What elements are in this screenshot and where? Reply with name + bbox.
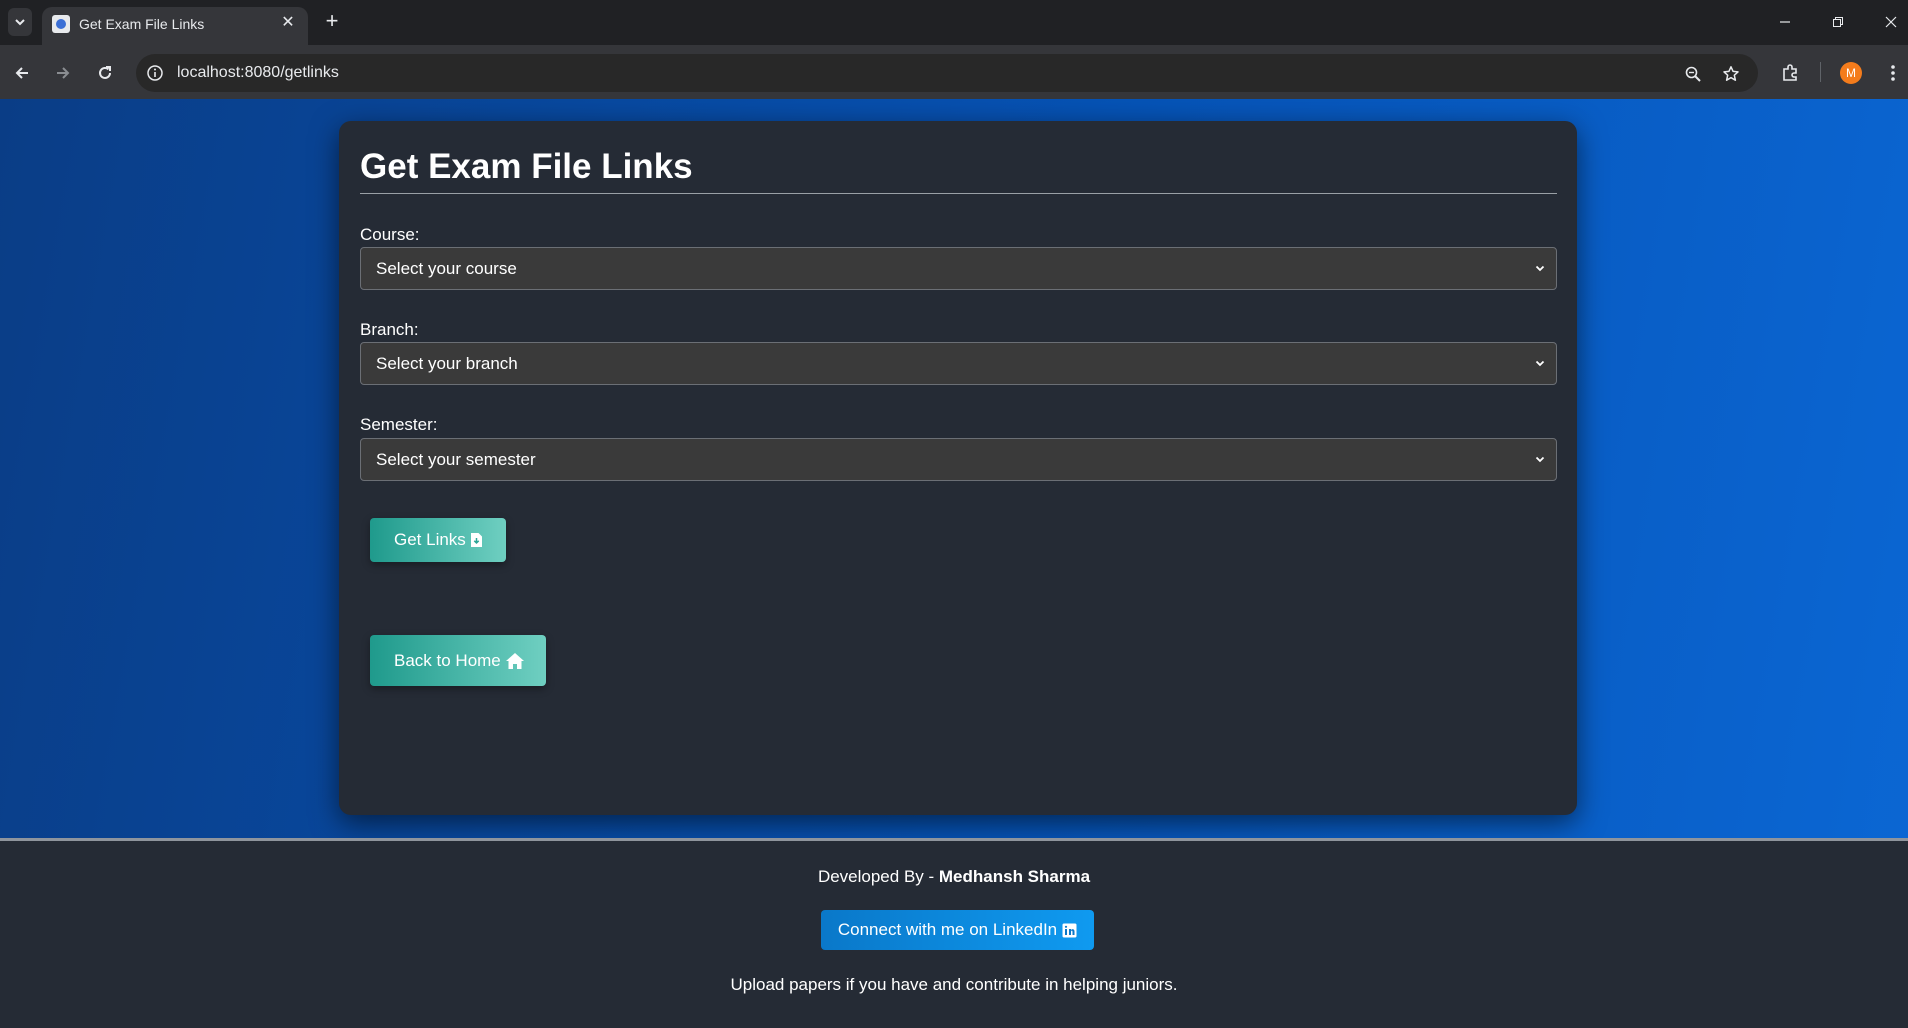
chevron-down-icon: [1535, 265, 1545, 272]
branch-select[interactable]: Select your branch: [360, 342, 1557, 385]
upload-note: Upload papers if you have and contribute…: [730, 975, 1178, 994]
branch-label: Branch:: [360, 320, 419, 339]
toolbar-divider: [1820, 62, 1821, 82]
minimize-icon: [1780, 21, 1790, 23]
close-window-button[interactable]: [1879, 10, 1903, 34]
puzzle-icon: [1783, 64, 1797, 81]
back-to-home-button[interactable]: Back to Home: [370, 635, 546, 686]
home-icon: [505, 652, 524, 669]
back-button[interactable]: [9, 60, 35, 86]
get-links-button[interactable]: Get Links: [370, 518, 506, 562]
bookmark-button[interactable]: [1720, 63, 1742, 85]
exam-links-card: Get Exam File Links Course: Select your …: [339, 121, 1577, 815]
page-title: Get Exam File Links: [360, 147, 693, 186]
arrow-right-icon: [57, 67, 70, 79]
site-info-icon[interactable]: [146, 64, 164, 82]
get-links-label: Get Links: [394, 530, 466, 549]
course-label: Course:: [360, 225, 420, 244]
url-text[interactable]: localhost:8080/getlinks: [177, 64, 339, 82]
close-icon: [1885, 16, 1897, 28]
chevron-down-icon: [1535, 360, 1545, 367]
profile-avatar[interactable]: M: [1840, 62, 1862, 84]
arrow-left-icon: [15, 67, 28, 79]
restore-icon: [1833, 17, 1843, 27]
zoom-icon: [1685, 66, 1701, 82]
developer-name: Medhansh Sharma: [938, 867, 1091, 886]
file-download-icon: [470, 533, 482, 547]
title-divider: [360, 193, 1557, 194]
chevron-down-icon: [1535, 456, 1545, 463]
developed-by-prefix: Developed By -: [817, 867, 939, 886]
semester-select-value: Select your semester: [376, 450, 536, 469]
close-tab-icon[interactable]: ✕: [278, 13, 298, 33]
developed-by-line: Developed By - Medhansh Sharma: [0, 867, 1908, 887]
site-footer: Developed By - Medhansh Sharma Connect w…: [0, 838, 1908, 1028]
browser-toolbar: localhost:8080/getlinks M: [0, 45, 1908, 99]
forward-button[interactable]: [50, 60, 76, 86]
back-to-home-label: Back to Home: [394, 650, 501, 670]
minimize-button[interactable]: [1773, 10, 1797, 34]
linkedin-label: Connect with me on LinkedIn: [837, 920, 1058, 939]
tab-strip: Get Exam File Links ✕ +: [0, 0, 1908, 45]
address-bar[interactable]: localhost:8080/getlinks: [136, 54, 1758, 92]
star-icon: [1723, 66, 1739, 81]
linkedin-button[interactable]: Connect with me on LinkedIn: [821, 910, 1094, 950]
kebab-menu-icon: [1891, 65, 1895, 81]
active-tab[interactable]: Get Exam File Links ✕: [42, 7, 308, 45]
course-select-value: Select your course: [376, 259, 517, 278]
reload-icon: [99, 66, 111, 79]
page-viewport: Get Exam File Links Course: Select your …: [0, 99, 1908, 1028]
course-select[interactable]: Select your course: [360, 247, 1557, 290]
extensions-button[interactable]: [1777, 60, 1803, 86]
chevron-down-icon: [15, 19, 25, 26]
restore-button[interactable]: [1826, 10, 1850, 34]
reload-button[interactable]: [92, 60, 118, 86]
tab-title: Get Exam File Links: [79, 16, 205, 32]
favicon-icon: [52, 15, 70, 33]
zoom-button[interactable]: [1682, 63, 1704, 85]
new-tab-button[interactable]: +: [320, 10, 344, 34]
branch-select-value: Select your branch: [376, 354, 518, 373]
semester-select[interactable]: Select your semester: [360, 438, 1557, 481]
tab-search-button[interactable]: [8, 8, 32, 36]
browser-menu-button[interactable]: [1880, 60, 1906, 86]
linkedin-icon: [1062, 923, 1077, 937]
semester-label: Semester:: [360, 415, 438, 434]
